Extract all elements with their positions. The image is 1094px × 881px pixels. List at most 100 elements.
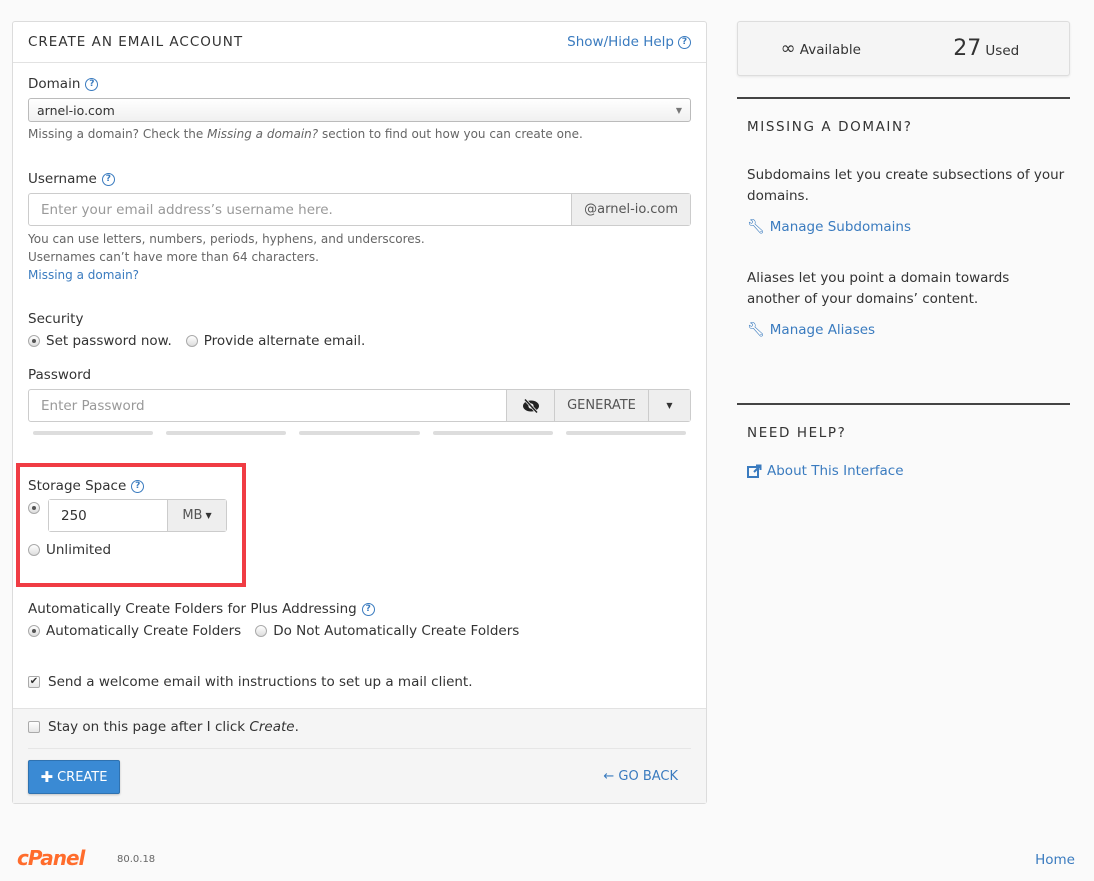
radio-unselected-icon xyxy=(255,625,268,637)
generate-options-dropdown[interactable]: ▼ xyxy=(648,390,690,421)
password-label: Password xyxy=(28,367,92,383)
plus-addressing-label-text: Automatically Create Folders for Plus Ad… xyxy=(28,601,357,617)
manage-aliases-label: Manage Aliases xyxy=(769,322,876,338)
account-stats: ∞ Available 27 Used xyxy=(737,21,1070,76)
password-input-group: GENERATE ▼ xyxy=(28,389,691,422)
domain-select-value: arnel-io.com xyxy=(37,102,115,118)
security-alternate-email-radio[interactable]: Provide alternate email. xyxy=(185,333,366,349)
missing-domain-heading: MISSING A DOMAIN? xyxy=(747,119,913,135)
caret-down-icon: ▼ xyxy=(666,401,673,410)
wrench-icon: 🔧︎ xyxy=(747,322,765,338)
stay-on-page-row: Stay on this page after I click Create. xyxy=(28,719,691,749)
eye-slash-icon xyxy=(522,397,539,414)
username-input[interactable] xyxy=(29,194,572,225)
radio-selected-icon xyxy=(28,335,40,347)
strength-segment xyxy=(432,431,553,435)
toggle-password-visibility-button[interactable] xyxy=(506,390,554,421)
no-auto-create-folders-radio[interactable]: Do Not Automatically Create Folders xyxy=(255,623,519,639)
subdomains-description: Subdomains let you create subsections of… xyxy=(747,167,1065,204)
panel-header: CREATE AN EMAIL ACCOUNT Show/Hide Help ? xyxy=(13,22,706,63)
strength-segment xyxy=(565,431,687,435)
plus-addressing-options: Automatically Create Folders Do Not Auto… xyxy=(28,623,691,639)
stay-label-prefix: Stay on this page after I click xyxy=(48,719,250,735)
security-label: Security xyxy=(28,311,84,327)
help-circle-icon[interactable]: ? xyxy=(101,172,115,186)
domain-label: Domain ? xyxy=(28,76,691,92)
security-field: Security Set password now. Provide alter… xyxy=(28,311,691,349)
need-help-heading: NEED HELP? xyxy=(747,425,847,441)
help-circle-icon[interactable]: ? xyxy=(361,602,375,616)
checkbox-unchecked-icon xyxy=(28,721,40,733)
radio-unselected-icon xyxy=(185,335,198,347)
security-option-label: Set password now. xyxy=(46,333,172,349)
manage-subdomains-label: Manage Subdomains xyxy=(769,219,911,235)
available-stat: ∞ Available xyxy=(738,38,904,59)
username-domain-suffix: @arnel-io.com xyxy=(571,194,690,225)
arrow-left-icon: ← xyxy=(603,769,615,784)
plus-addressing-field: Automatically Create Folders for Plus Ad… xyxy=(28,601,691,639)
username-input-group: @arnel-io.com xyxy=(28,193,691,226)
security-set-password-radio[interactable]: Set password now. xyxy=(28,333,172,349)
storage-highlight-box xyxy=(16,463,246,587)
stay-on-page-checkbox[interactable]: Stay on this page after I click Create. xyxy=(28,719,299,735)
welcome-email-checkbox[interactable]: ✔ Send a welcome email with instructions… xyxy=(28,674,473,690)
username-hint: You can use letters, numbers, periods, h… xyxy=(28,230,691,284)
used-stat: 27 Used xyxy=(904,36,1070,61)
create-button[interactable]: ✚ CREATE xyxy=(28,760,120,794)
help-circle-icon: ? xyxy=(678,35,691,49)
radio-selected-icon xyxy=(28,625,40,637)
manage-aliases-link[interactable]: 🔧︎ Manage Aliases xyxy=(747,322,875,338)
aliases-description: Aliases let you point a domain towards a… xyxy=(747,270,1010,307)
domain-hint-em: Missing a domain? xyxy=(207,127,319,141)
missing-domain-link[interactable]: Missing a domain? xyxy=(28,268,139,282)
sidebar-divider xyxy=(737,403,1070,405)
domain-hint: Missing a domain? Check the Missing a do… xyxy=(28,125,691,143)
password-input[interactable] xyxy=(29,390,506,421)
plus-option-label: Automatically Create Folders xyxy=(46,623,242,639)
stay-label-em: Create xyxy=(249,719,295,735)
checkbox-checked-icon: ✔ xyxy=(28,676,40,688)
about-interface-link[interactable]: About This Interface xyxy=(747,463,904,479)
domain-hint-prefix: Missing a domain? Check the xyxy=(28,127,208,141)
wrench-icon: 🔧︎ xyxy=(747,219,765,235)
security-options: Set password now. Provide alternate emai… xyxy=(28,333,691,349)
used-count: 27 xyxy=(953,36,982,61)
security-option-label: Provide alternate email. xyxy=(203,333,366,349)
password-field: Password GENERATE ▼ xyxy=(28,367,691,435)
go-back-label: GO BACK xyxy=(618,769,678,784)
external-link-icon xyxy=(747,464,762,478)
show-hide-help-label: Show/Hide Help xyxy=(567,34,674,50)
form-footer: Stay on this page after I click Create. … xyxy=(13,708,706,803)
auto-create-folders-radio[interactable]: Automatically Create Folders xyxy=(28,623,241,639)
strength-segment xyxy=(166,431,287,435)
infinity-icon: ∞ xyxy=(780,38,796,59)
domain-select[interactable]: arnel-io.com ▼ xyxy=(28,98,691,122)
stay-on-page-label: Stay on this page after I click Create. xyxy=(48,719,299,735)
about-interface-label: About This Interface xyxy=(767,463,904,479)
username-label-text: Username xyxy=(28,171,97,187)
stay-label-suffix: . xyxy=(294,719,299,735)
show-hide-help-link[interactable]: Show/Hide Help ? xyxy=(567,34,691,50)
plus-icon: ✚ xyxy=(40,768,54,786)
manage-subdomains-link[interactable]: 🔧︎ Manage Subdomains xyxy=(747,219,911,235)
strength-segment xyxy=(33,431,154,435)
available-label: Available xyxy=(799,42,861,58)
welcome-email-label: Send a welcome email with instructions t… xyxy=(48,674,473,690)
create-email-panel: CREATE AN EMAIL ACCOUNT Show/Hide Help ?… xyxy=(12,21,707,804)
username-hint-line1: You can use letters, numbers, periods, h… xyxy=(28,232,425,246)
generate-password-button[interactable]: GENERATE xyxy=(554,390,648,421)
username-hint-line2: Usernames can’t have more than 64 charac… xyxy=(28,250,319,264)
create-button-label: CREATE xyxy=(57,769,108,785)
password-strength-meter xyxy=(28,431,691,435)
help-circle-icon[interactable]: ? xyxy=(85,77,99,91)
used-label: Used xyxy=(985,43,1020,59)
sidebar-divider xyxy=(737,97,1070,99)
home-link[interactable]: Home xyxy=(1035,852,1075,868)
go-back-link[interactable]: ← GO BACK xyxy=(603,769,678,784)
domain-field: Domain ? arnel-io.com ▼ Missing a domain… xyxy=(28,76,691,143)
caret-down-icon: ▼ xyxy=(675,105,682,115)
plus-option-label: Do Not Automatically Create Folders xyxy=(273,623,520,639)
cpanel-logo: cPanel xyxy=(17,846,85,870)
domain-hint-suffix: section to find out how you can create o… xyxy=(318,127,583,141)
plus-addressing-label: Automatically Create Folders for Plus Ad… xyxy=(28,601,691,617)
